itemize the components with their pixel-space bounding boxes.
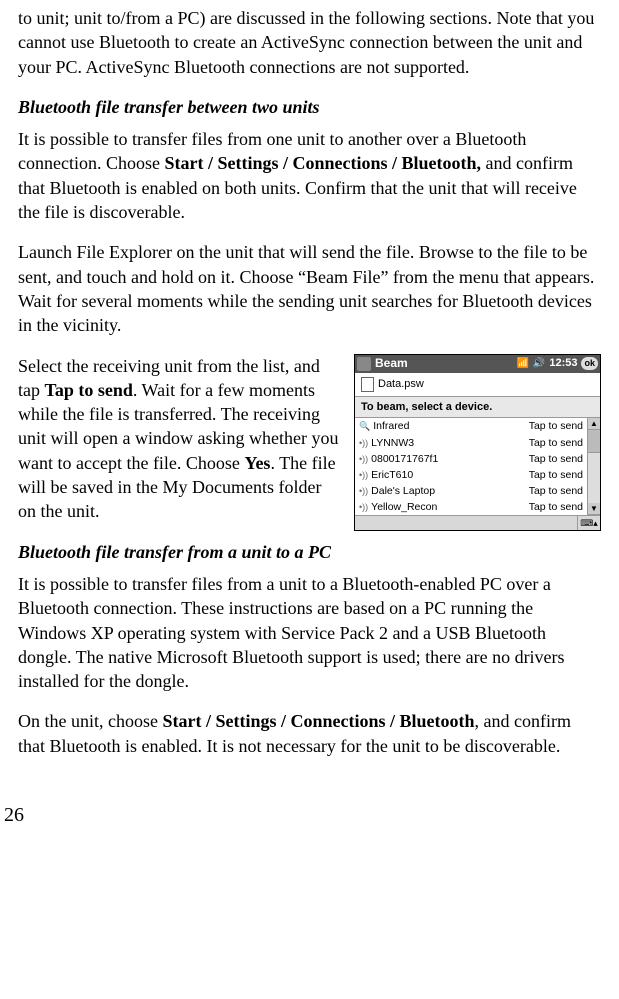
- scroll-up-icon[interactable]: ▲: [588, 418, 600, 430]
- bottom-bar: ⌨▴: [355, 515, 600, 530]
- signal-icon: 📶: [516, 357, 528, 371]
- device-action: Tap to send: [529, 436, 583, 450]
- menu-path-bold: Start / Settings / Connections / Bluetoo…: [162, 711, 474, 731]
- beam-screenshot: Beam 📶 🔊 12:53 ok Data.psw To beam, sele…: [354, 354, 601, 532]
- intro-paragraph: to unit; unit to/from a PC) are discusse…: [18, 6, 601, 79]
- yes-bold: Yes: [244, 453, 270, 473]
- section-2-p1: It is possible to transfer files from a …: [18, 572, 601, 693]
- file-row: Data.psw: [355, 373, 600, 397]
- section-1-p1: It is possible to transfer files from on…: [18, 127, 601, 224]
- tap-to-send-bold: Tap to send: [45, 380, 133, 400]
- device-row[interactable]: •))LYNNW3 Tap to send: [355, 435, 587, 451]
- window-titlebar: Beam 📶 🔊 12:53 ok: [355, 355, 600, 373]
- bluetooth-icon: •)): [359, 501, 368, 513]
- device-action: Tap to send: [529, 500, 583, 514]
- scroll-track[interactable]: [588, 453, 600, 503]
- device-name: Dale's Laptop: [371, 484, 435, 498]
- bluetooth-icon: •)): [359, 469, 368, 481]
- device-name: 0800171767f1: [371, 452, 438, 466]
- text: On the unit, choose: [18, 711, 162, 731]
- scroll-down-icon[interactable]: ▼: [588, 503, 600, 515]
- section-1-heading: Bluetooth file transfer between two unit…: [18, 95, 601, 119]
- device-row[interactable]: •))Dale's Laptop Tap to send: [355, 483, 587, 499]
- device-name: Yellow_Recon: [371, 500, 437, 514]
- section-2-heading: Bluetooth file transfer from a unit to a…: [18, 540, 601, 564]
- device-name: EricT610: [371, 468, 413, 482]
- device-row[interactable]: •))0800171767f1 Tap to send: [355, 451, 587, 467]
- instruction-text: To beam, select a device.: [355, 397, 600, 419]
- clock-time: 12:53: [549, 356, 577, 371]
- ok-button[interactable]: ok: [581, 357, 598, 369]
- bluetooth-icon: •)): [359, 485, 368, 497]
- document-icon: [361, 377, 374, 392]
- section-2-p2: On the unit, choose Start / Settings / C…: [18, 709, 601, 758]
- device-action: Tap to send: [529, 468, 583, 482]
- bluetooth-icon: •)): [359, 453, 368, 465]
- window-title: Beam: [375, 355, 512, 371]
- menu-path-bold: Start / Settings / Connections / Bluetoo…: [164, 153, 481, 173]
- scrollbar[interactable]: ▲ ▼: [587, 418, 600, 515]
- device-list: 🔍Infrared Tap to send •))LYNNW3 Tap to s…: [355, 418, 587, 515]
- device-action: Tap to send: [529, 419, 583, 433]
- device-row[interactable]: •))Yellow_Recon Tap to send: [355, 499, 587, 515]
- start-icon[interactable]: [357, 357, 371, 371]
- search-icon: 🔍: [359, 420, 370, 432]
- keyboard-icon[interactable]: ⌨▴: [577, 516, 600, 530]
- bluetooth-icon: •)): [359, 437, 368, 449]
- scroll-thumb[interactable]: [588, 430, 600, 453]
- device-action: Tap to send: [529, 484, 583, 498]
- device-row[interactable]: •))EricT610 Tap to send: [355, 467, 587, 483]
- device-action: Tap to send: [529, 452, 583, 466]
- section-1-p2: Launch File Explorer on the unit that wi…: [18, 240, 601, 337]
- device-name: LYNNW3: [371, 436, 414, 450]
- device-row[interactable]: 🔍Infrared Tap to send: [355, 418, 587, 434]
- page-number: 26: [4, 802, 601, 829]
- device-name: Infrared: [373, 419, 409, 433]
- speaker-icon: 🔊: [533, 357, 545, 371]
- file-name: Data.psw: [378, 377, 424, 392]
